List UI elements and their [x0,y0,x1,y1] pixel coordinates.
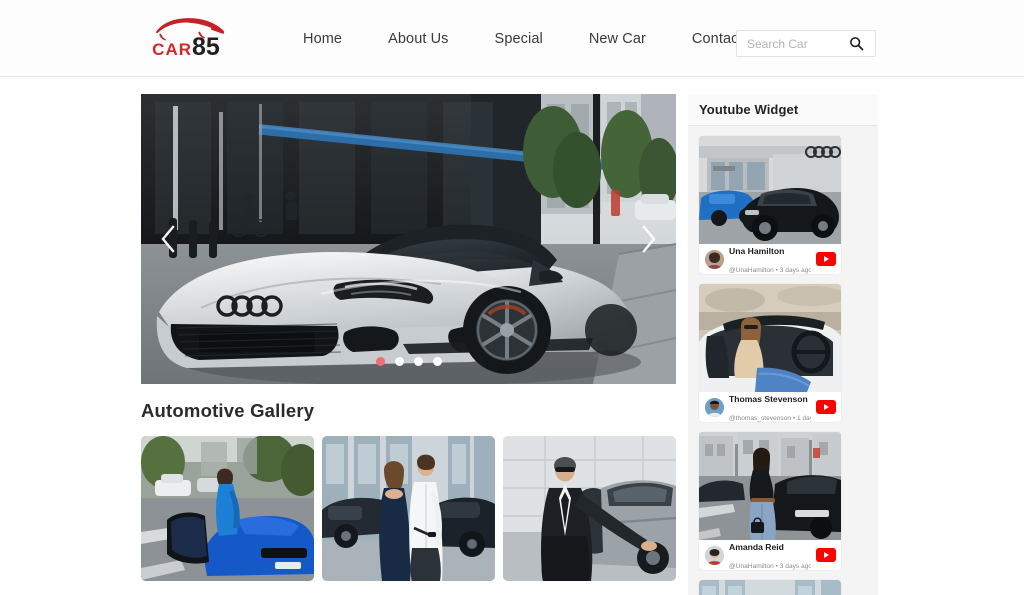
carousel-prev-button[interactable] [153,218,183,260]
video-thumb-image-2 [699,284,841,392]
avatar-3 [705,545,724,565]
youtube-play-icon [824,404,829,410]
avatar-1 [705,249,724,269]
chevron-right-icon [642,225,656,253]
video-thumbnail-1[interactable] [699,136,841,244]
video-text-3: Amanda Reid @UnaHamilton • 3 days ago [729,537,811,570]
video-thumbnail-2[interactable] [699,284,841,392]
avatar-image-2 [705,397,724,417]
nav-item-about-us[interactable]: About Us [365,31,471,47]
brand-name-secondary: 85 [192,33,220,61]
video-subtitle-3: @UnaHamilton • 3 days ago [729,563,811,570]
video-subtitle-2: @thomas_stevenson • 1 days ago [729,415,811,422]
youtube-widget-header: Youtube Widget [688,94,878,126]
gallery-item-2[interactable] [322,436,495,582]
carousel-dot-2[interactable] [394,357,404,366]
carousel-dots [141,357,676,366]
search-button[interactable] [841,31,871,56]
video-meta-2: Thomas Stevenson @thomas_stevenson • 1 d… [699,392,841,422]
video-thumbnail-4[interactable] [699,580,841,595]
carousel-dot-4[interactable] [432,357,442,366]
gallery-image-1 [141,436,314,582]
brand-wordmark: CAR85 [143,35,229,60]
video-card-3[interactable]: Amanda Reid @UnaHamilton • 3 days ago [699,432,841,570]
gallery-item-1[interactable] [141,436,314,582]
gallery-heading: Automotive Gallery [141,400,315,421]
search-box[interactable] [736,30,876,57]
avatar-image-1 [705,249,724,269]
video-card-2[interactable]: Thomas Stevenson @thomas_stevenson • 1 d… [699,284,841,422]
video-author-3: Amanda Reid [729,542,784,552]
hero-image [141,94,676,384]
gallery-image-2 [322,436,495,582]
video-thumb-image-4 [699,580,841,595]
carousel-dot-3[interactable] [413,357,423,366]
automotive-gallery [141,436,676,582]
video-thumb-image-3 [699,432,841,540]
youtube-video-list: Una Hamilton @UnaHamilton • 3 days ago T… [688,126,878,595]
search-icon [849,37,863,51]
video-thumbnail-3[interactable] [699,432,841,540]
youtube-widget-title: Youtube Widget [699,102,799,117]
nav-item-new-car[interactable]: New Car [566,31,669,47]
youtube-play-icon [824,552,829,558]
chevron-left-icon [161,225,175,253]
video-author-1: Una Hamilton [729,246,785,256]
video-meta-3: Amanda Reid @UnaHamilton • 3 days ago [699,540,841,570]
youtube-play-button-1[interactable] [816,252,836,266]
carousel-dot-1[interactable] [375,357,385,366]
page-body: Automotive Gallery Youtube Widget Una Ha… [0,77,1024,595]
nav-item-special[interactable]: Special [472,31,566,47]
video-text-2: Thomas Stevenson @thomas_stevenson • 1 d… [729,389,811,422]
video-card-4[interactable] [699,580,841,595]
youtube-widget: Youtube Widget Una Hamilton @UnaHamilton… [688,94,878,595]
avatar-image-3 [705,545,724,565]
avatar-2 [705,397,724,417]
youtube-play-button-2[interactable] [816,400,836,414]
search-input[interactable] [737,31,841,56]
nav-item-home[interactable]: Home [280,31,365,47]
youtube-play-button-3[interactable] [816,548,836,562]
main-content: Automotive Gallery [141,94,676,582]
video-meta-1: Una Hamilton @UnaHamilton • 3 days ago [699,244,841,274]
gallery-image-3 [503,436,676,582]
brand-logo[interactable]: CAR85 [143,15,229,63]
main-navigation: Home About Us Special New Car Contact Us [280,0,788,77]
video-thumb-image-1 [699,136,841,244]
hero-carousel[interactable] [141,94,676,384]
youtube-play-icon [824,256,829,262]
brand-name-primary: CAR [152,40,193,59]
site-header: CAR85 Home About Us Special New Car Cont… [0,0,1024,77]
video-card-1[interactable]: Una Hamilton @UnaHamilton • 3 days ago [699,136,841,274]
gallery-item-3[interactable] [503,436,676,582]
video-text-1: Una Hamilton @UnaHamilton • 3 days ago [729,241,811,274]
carousel-next-button[interactable] [634,218,664,260]
video-subtitle-1: @UnaHamilton • 3 days ago [729,267,811,274]
video-author-2: Thomas Stevenson [729,394,808,404]
